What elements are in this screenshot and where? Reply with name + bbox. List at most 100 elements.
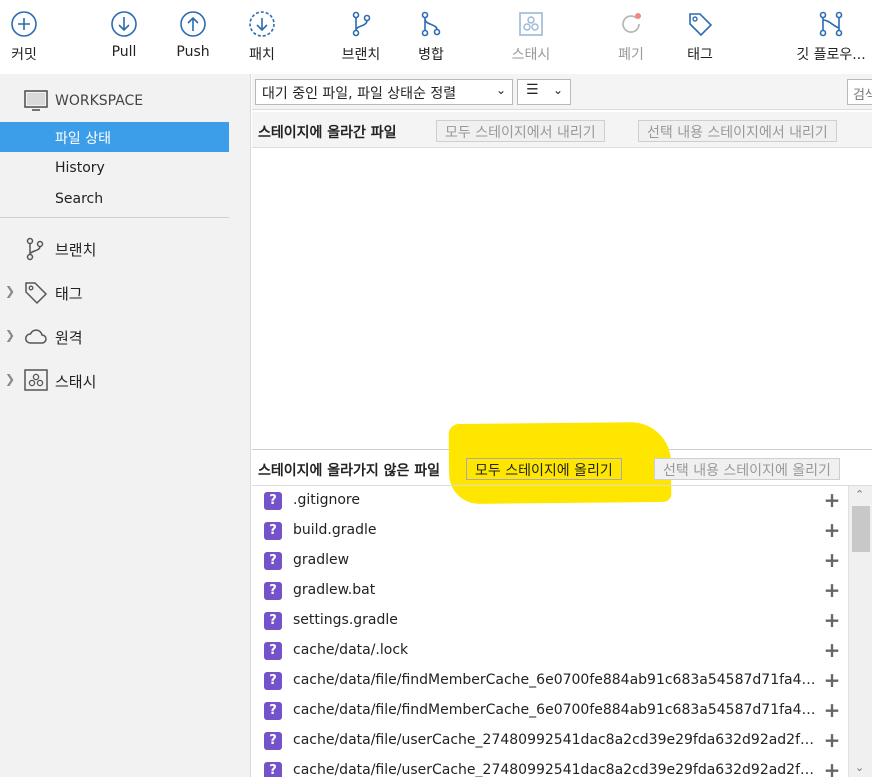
pull-label: Pull xyxy=(111,44,137,60)
unstaged-files-list: ? .gitignore + ? build.gradle + ? gradlew + ? g… xyxy=(252,486,846,777)
stage-file-icon[interactable]: + xyxy=(822,550,842,571)
sidebar-group-remotes[interactable]: ❯ 원격 xyxy=(0,322,251,350)
tag-icon xyxy=(689,13,713,37)
sidebar-item-file-status[interactable]: 파일 상태 xyxy=(0,122,229,152)
chevron-right-icon[interactable]: ❯ xyxy=(5,328,15,342)
tag-button[interactable]: 태그 xyxy=(665,10,735,70)
sidebar-item-label: History xyxy=(55,160,105,176)
chevron-right-icon[interactable]: ❯ xyxy=(5,284,15,298)
chevron-down-icon: ⌄ xyxy=(495,83,506,97)
push-icon xyxy=(180,11,206,37)
unstage-selected-button[interactable]: 선택 내용 스테이지에서 내리기 xyxy=(638,120,837,142)
sort-dropdown[interactable]: 대기 중인 파일, 파일 상태순 정렬 ⌄ xyxy=(255,79,513,105)
stash-button[interactable]: 스태시 xyxy=(496,10,566,70)
sidebar-item-label: Search xyxy=(55,191,104,207)
sidebar-group-label: 원격 xyxy=(55,329,83,347)
file-row[interactable]: ? settings.gradle + xyxy=(252,606,846,636)
untracked-file-icon: ? xyxy=(264,522,282,540)
monitor-icon xyxy=(24,90,48,111)
file-row[interactable]: ? cache/data/file/userCache_27480992541da… xyxy=(252,726,846,756)
file-name: build.gradle xyxy=(293,522,377,538)
file-row[interactable]: ? gradlew + xyxy=(252,546,846,576)
pull-icon xyxy=(111,11,137,37)
stash-label: 스태시 xyxy=(511,47,551,63)
unstaged-files-header: 스테이지에 올라가지 않은 파일 모두 스테이지에 올리기 선택 내용 스테이지… xyxy=(252,450,872,486)
file-name: cache/data/file/findMemberCache_6e0700fe… xyxy=(293,702,818,718)
file-row[interactable]: ? cache/data/file/findMemberCache_6e0700f… xyxy=(252,696,846,726)
stash-icon xyxy=(24,369,48,391)
stage-all-button[interactable]: 모두 스테이지에 올리기 xyxy=(466,458,622,480)
patch-button[interactable]: 패치 xyxy=(227,10,297,70)
patch-icon xyxy=(249,11,275,37)
stage-file-icon[interactable]: + xyxy=(822,490,842,511)
untracked-file-icon: ? xyxy=(264,612,282,630)
file-name: cache/data/.lock xyxy=(293,642,409,658)
tag-label: 태그 xyxy=(687,47,713,63)
stage-selected-button[interactable]: 선택 내용 스테이지에 올리기 xyxy=(654,458,840,480)
chevron-right-icon[interactable]: ❯ xyxy=(5,372,15,386)
stage-file-icon[interactable]: + xyxy=(822,520,842,541)
file-row[interactable]: ? cache/data/file/userCache_27480992541da… xyxy=(252,756,846,777)
branch-label: 브랜치 xyxy=(341,47,381,63)
stage-file-icon[interactable]: + xyxy=(822,760,842,777)
branch-icon xyxy=(352,11,371,37)
untracked-file-icon: ? xyxy=(264,672,282,690)
scroll-up-icon[interactable]: ⌃ xyxy=(855,488,864,501)
stage-file-icon[interactable]: + xyxy=(822,700,842,721)
stage-file-icon[interactable]: + xyxy=(822,580,842,601)
staged-files-title: 스테이지에 올라간 파일 xyxy=(258,125,397,141)
file-name: cache/data/file/findMemberCache_6e0700fe… xyxy=(293,672,818,688)
sidebar-item-history[interactable]: History xyxy=(0,154,229,184)
stage-file-icon[interactable]: + xyxy=(822,610,842,631)
file-list-scrollbar[interactable]: ⌃ ⌄ xyxy=(848,486,872,777)
staged-files-list xyxy=(252,148,872,450)
file-row[interactable]: ? cache/data/file/findMemberCache_6e0700f… xyxy=(252,666,846,696)
scrollbar-thumb[interactable] xyxy=(852,506,870,552)
gitflow-icon xyxy=(819,11,843,37)
merge-icon xyxy=(421,11,441,37)
merge-button[interactable]: 병합 xyxy=(396,10,466,70)
staged-files-header: 스테이지에 올라간 파일 모두 스테이지에서 내리기 선택 내용 스테이지에서 … xyxy=(252,112,872,148)
file-row[interactable]: ? cache/data/.lock + xyxy=(252,636,846,666)
unstage-all-button[interactable]: 모두 스테이지에서 내리기 xyxy=(436,120,605,142)
gitflow-button[interactable]: 깃 플로우... xyxy=(790,10,872,70)
unstaged-files-title: 스테이지에 올라가지 않은 파일 xyxy=(258,463,441,479)
stage-file-icon[interactable]: + xyxy=(822,730,842,751)
push-button[interactable]: Push xyxy=(158,10,228,70)
merge-label: 병합 xyxy=(418,47,444,63)
untracked-file-icon: ? xyxy=(264,642,282,660)
sidebar-group-tags[interactable]: ❯ 태그 xyxy=(0,278,251,306)
main-panel: 대기 중인 파일, 파일 상태순 정렬 ⌄ ☰ ⌄ 검색 스테이지에 올라간 파… xyxy=(252,74,872,777)
sort-dropdown-value: 대기 중인 파일, 파일 상태순 정렬 xyxy=(262,86,457,102)
untracked-file-icon: ? xyxy=(264,492,282,510)
file-name: gradlew xyxy=(293,552,350,568)
branch-button[interactable]: 브랜치 xyxy=(326,10,396,70)
file-row[interactable]: ? build.gradle + xyxy=(252,516,846,546)
file-name: cache/data/file/userCache_27480992541dac… xyxy=(293,732,818,748)
file-name: settings.gradle xyxy=(293,612,398,628)
toolbar: 커밋 Pull Push 패치 브랜치 병합 스태시 폐기 태그 깃 플로우..… xyxy=(0,0,872,74)
chevron-down-icon: ⌄ xyxy=(552,83,563,97)
view-mode-dropdown[interactable]: ☰ ⌄ xyxy=(517,79,571,105)
stage-file-icon[interactable]: + xyxy=(822,640,842,661)
sidebar-group-branches[interactable]: 브랜치 xyxy=(0,234,251,262)
discard-button[interactable]: 폐기 xyxy=(596,10,666,70)
sidebar-item-search[interactable]: Search xyxy=(0,185,229,215)
commit-button[interactable]: 커밋 xyxy=(0,10,59,70)
sidebar-group-label: 스태시 xyxy=(55,373,97,391)
untracked-file-icon: ? xyxy=(264,552,282,570)
sidebar-group-label: 태그 xyxy=(55,285,83,303)
discard-icon xyxy=(622,13,641,33)
patch-label: 패치 xyxy=(249,47,275,63)
pull-button[interactable]: Pull xyxy=(89,10,159,70)
sidebar-group-stashes[interactable]: ❯ 스태시 xyxy=(0,366,251,394)
file-name: gradlew.bat xyxy=(293,582,376,598)
sidebar-group-label: 브랜치 xyxy=(55,241,97,259)
workspace-header: WORKSPACE xyxy=(0,88,251,116)
sidebar: WORKSPACE 파일 상태 History Search 브랜치 ❯ 태그 … xyxy=(0,74,251,777)
search-input[interactable]: 검색 xyxy=(847,79,872,105)
scroll-down-icon[interactable]: ⌄ xyxy=(855,761,864,774)
tag-icon xyxy=(25,282,48,305)
file-row[interactable]: ? gradlew.bat + xyxy=(252,576,846,606)
stage-file-icon[interactable]: + xyxy=(822,670,842,691)
